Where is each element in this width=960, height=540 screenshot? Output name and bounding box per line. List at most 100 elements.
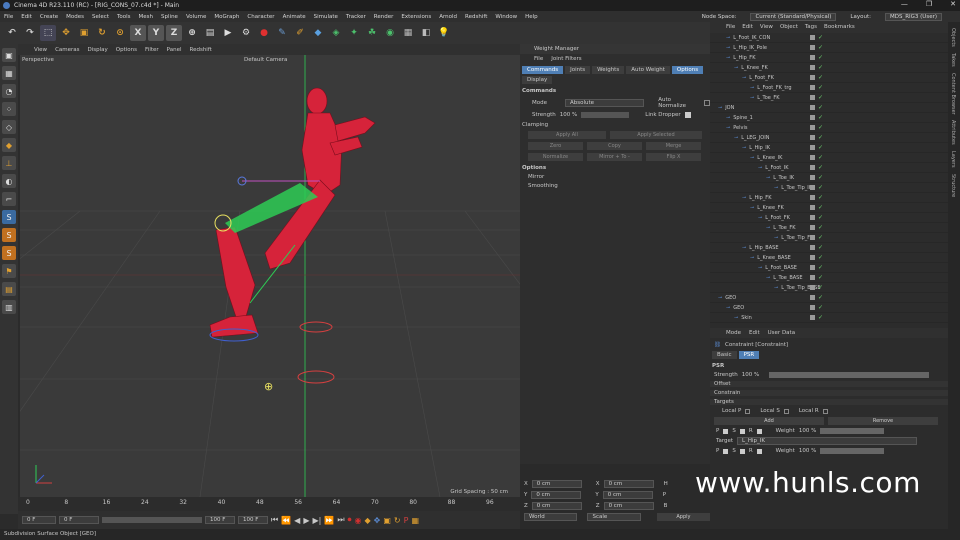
strength-slider[interactable] (581, 112, 630, 118)
om-menu-view[interactable]: View (760, 22, 773, 33)
local-p-checkbox[interactable] (745, 408, 751, 414)
autokey-icon[interactable]: ◉ (355, 516, 362, 525)
visibility-toggle[interactable] (810, 165, 815, 170)
render-icon[interactable]: ▶ (220, 25, 236, 41)
target2-p-checkbox[interactable] (723, 448, 729, 454)
object-row[interactable]: ⊸ L_Toe_Tip_FK ✓ (710, 233, 948, 243)
visibility-toggle[interactable] (810, 35, 815, 40)
range-slider[interactable] (102, 517, 202, 523)
enabled-check-icon[interactable]: ✓ (818, 34, 823, 41)
tab-joints[interactable]: Joints (565, 66, 591, 74)
preview-end-field[interactable]: 100 F (238, 516, 268, 524)
rotate-tool-icon[interactable]: ↻ (94, 25, 110, 41)
enabled-check-icon[interactable]: ✓ (818, 194, 823, 201)
enabled-check-icon[interactable]: ✓ (818, 74, 823, 81)
enabled-check-icon[interactable]: ✓ (818, 264, 823, 271)
wm-menu-file[interactable]: File (534, 54, 543, 64)
visibility-toggle[interactable] (810, 225, 815, 230)
visibility-toggle[interactable] (810, 295, 815, 300)
redshift-icon[interactable]: ● (256, 25, 272, 41)
enabled-check-icon[interactable]: ✓ (818, 134, 823, 141)
target-r-checkbox[interactable] (756, 428, 762, 434)
viewport-menu-redshift[interactable]: Redshift (190, 47, 212, 53)
enabled-check-icon[interactable]: ✓ (818, 64, 823, 71)
side-tab-content-browser[interactable]: Content Browser (950, 73, 956, 115)
start-frame-field[interactable]: 0 F (59, 516, 99, 524)
visibility-toggle[interactable] (810, 305, 815, 310)
undo-icon[interactable]: ↶ (4, 25, 20, 41)
enabled-check-icon[interactable]: ✓ (818, 284, 823, 291)
side-tab-layers[interactable]: Layers (950, 151, 956, 168)
om-menu-object[interactable]: Object (780, 22, 798, 33)
enabled-check-icon[interactable]: ✓ (818, 124, 823, 131)
visibility-toggle[interactable] (810, 235, 815, 240)
menu-tools[interactable]: Tools (117, 14, 131, 20)
side-tab-objects[interactable]: Objects (950, 28, 956, 47)
tab-basic[interactable]: Basic (712, 351, 737, 359)
enabled-check-icon[interactable]: ✓ (818, 174, 823, 181)
current-frame-field[interactable]: 0 F (22, 516, 56, 524)
object-row[interactable]: ⊸ L_Toe_IK ✓ (710, 173, 948, 183)
menu-modes[interactable]: Modes (66, 14, 84, 20)
visibility-toggle[interactable] (810, 65, 815, 70)
visibility-toggle[interactable] (810, 135, 815, 140)
field-icon[interactable]: ◉ (382, 25, 398, 41)
attr-menu-mode[interactable]: Mode (726, 328, 741, 338)
apply-all-button[interactable]: Apply All (528, 131, 606, 139)
menu-help[interactable]: Help (525, 14, 538, 20)
enable-axis-icon[interactable]: ⌐ (2, 192, 16, 206)
coord-z-field[interactable]: 0 cm (531, 502, 582, 510)
om-menu-bookmarks[interactable]: Bookmarks (824, 22, 855, 33)
node-space-select[interactable]: Current (Standard/Physical) (750, 12, 837, 21)
object-row[interactable]: ⊸ Spine_1 ✓ (710, 113, 948, 123)
enabled-check-icon[interactable]: ✓ (818, 314, 823, 321)
visibility-toggle[interactable] (810, 255, 815, 260)
visibility-toggle[interactable] (810, 155, 815, 160)
tab-display[interactable]: Display (522, 76, 553, 84)
coord-size-z-field[interactable]: 0 cm (603, 502, 654, 510)
enabled-check-icon[interactable]: ✓ (818, 204, 823, 211)
next-key-icon[interactable]: ⏩ (324, 516, 334, 525)
object-row[interactable]: ⊸ GEO ✓ (710, 293, 948, 303)
clamping-section[interactable]: Clamping (520, 122, 710, 128)
merge-button[interactable]: Merge (646, 142, 701, 150)
object-row[interactable]: ⊸ JON ✓ (710, 103, 948, 113)
menu-arnold[interactable]: Arnold (439, 14, 457, 20)
cloner-icon[interactable]: ☘ (364, 25, 380, 41)
enabled-check-icon[interactable]: ✓ (818, 114, 823, 121)
object-row[interactable]: ⊸ L_Knee_FK ✓ (710, 203, 948, 213)
visibility-toggle[interactable] (810, 85, 815, 90)
object-row[interactable]: ⊸ L_Foot_FK_trg ✓ (710, 83, 948, 93)
attr-strength-value[interactable]: 100 % (742, 372, 759, 378)
offset-section[interactable]: Offset (710, 381, 948, 387)
mirror-button[interactable]: Mirror + To - (587, 153, 642, 161)
side-tab-attributes[interactable]: Attributes (950, 120, 956, 145)
enabled-check-icon[interactable]: ✓ (818, 234, 823, 241)
visibility-toggle[interactable] (810, 95, 815, 100)
enabled-check-icon[interactable]: ✓ (818, 244, 823, 251)
scene-canvas[interactable]: ⊕ (20, 55, 520, 497)
enabled-check-icon[interactable]: ✓ (818, 304, 823, 311)
render-view-icon[interactable]: ▤ (202, 25, 218, 41)
enabled-check-icon[interactable]: ✓ (818, 104, 823, 111)
pen-icon[interactable]: ✎ (274, 25, 290, 41)
viewport-menu-options[interactable]: Options (116, 47, 137, 53)
object-row[interactable]: ⊸ L_Toe_Tip_IK ✓ (710, 183, 948, 193)
enabled-check-icon[interactable]: ✓ (818, 254, 823, 261)
position-key-icon[interactable]: ✥ (374, 516, 381, 525)
om-menu-file[interactable]: File (726, 22, 735, 33)
keyframe-icon[interactable]: ◆ (365, 516, 371, 525)
weight-slider[interactable] (820, 428, 885, 434)
visibility-toggle[interactable] (810, 145, 815, 150)
object-row[interactable]: ⊸ L_Knee_IK ✓ (710, 153, 948, 163)
menu-tracker[interactable]: Tracker (346, 14, 366, 20)
pla-key-icon[interactable]: ▦ (411, 516, 419, 525)
visibility-toggle[interactable] (810, 315, 815, 320)
menu-simulate[interactable]: Simulate (314, 14, 338, 20)
coord-size-y-field[interactable]: 0 cm (602, 491, 653, 499)
coord-size-x-field[interactable]: 0 cm (603, 480, 654, 488)
menu-extensions[interactable]: Extensions (401, 14, 431, 20)
object-row[interactable]: ⊸ GEO ✓ (710, 303, 948, 313)
visibility-toggle[interactable] (810, 215, 815, 220)
targets-section[interactable]: Targets (710, 399, 948, 405)
